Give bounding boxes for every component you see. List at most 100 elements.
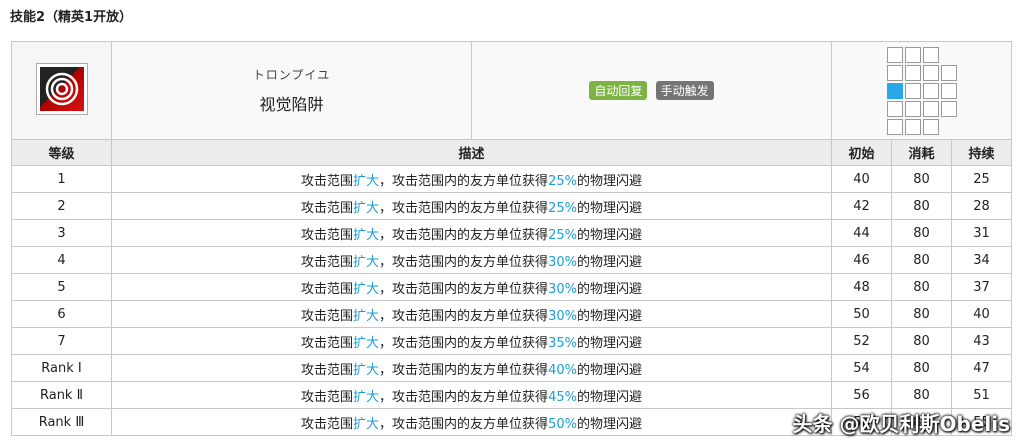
desc-highlight-value: 25% [548,227,577,243]
row-duration: 28 [950,192,1013,220]
row-cost: 80 [891,381,952,409]
desc-middle: ，攻击范围内的友方单位获得 [379,200,549,216]
desc-suffix: 的物理闪避 [576,281,642,297]
desc-suffix: 的物理闪避 [576,335,642,351]
row-duration: 47 [950,354,1013,382]
table-row: Rank Ⅱ 攻击范围扩大，攻击范围内的友方单位获得45%的物理闪避 56 80 51 [11,381,1013,409]
table-row: 4 攻击范围扩大，攻击范围内的友方单位获得30%的物理闪避 46 80 34 [11,246,1013,274]
range-cell [904,118,921,135]
row-cost: 80 [891,192,952,220]
desc-highlight-range: 扩大 [353,200,380,216]
tag-manual-trigger: 手动触发 [655,81,714,100]
row-description: 攻击范围扩大，攻击范围内的友方单位获得40%的物理闪避 [111,354,832,382]
header-cost: 消耗 [891,139,952,166]
range-grid-row [886,46,958,64]
desc-highlight-range: 扩大 [353,416,380,432]
row-cost: 80 [891,300,952,328]
desc-highlight-range: 扩大 [353,389,380,405]
row-description: 攻击范围扩大，攻击范围内的友方单位获得25%的物理闪避 [111,192,832,220]
header-duration: 持续 [950,139,1013,166]
desc-highlight-value: 25% [548,200,577,216]
row-cost: 80 [891,327,952,355]
range-cell [922,64,939,81]
row-level: Rank Ⅱ [11,381,112,409]
range-cell [904,46,921,63]
range-cell [922,82,939,99]
row-initial: 46 [831,246,892,274]
desc-highlight-value: 50% [548,416,577,432]
desc-highlight-range: 扩大 [353,254,380,270]
row-initial: 42 [831,192,892,220]
range-cell [922,118,939,135]
desc-highlight-range: 扩大 [353,308,380,324]
desc-middle: ，攻击范围内的友方单位获得 [379,389,549,405]
desc-suffix: 的物理闪避 [576,389,642,405]
desc-middle: ，攻击范围内的友方单位获得 [379,308,549,324]
range-cell [886,46,903,63]
row-level: 3 [11,219,112,247]
row-cost: 80 [891,165,952,193]
table-row: 2 攻击范围扩大，攻击范围内的友方单位获得25%的物理闪避 42 80 28 [11,192,1013,220]
row-description: 攻击范围扩大，攻击范围内的友方单位获得50%的物理闪避 [111,408,832,436]
skill-name-cn: 视觉陷阱 [259,95,324,114]
desc-highlight-value: 35% [548,335,577,351]
desc-prefix: 攻击范围 [301,335,354,351]
row-description: 攻击范围扩大，攻击范围内的友方单位获得30%的物理闪避 [111,300,832,328]
row-cost: 80 [891,219,952,247]
desc-middle: ，攻击范围内的友方单位获得 [379,281,549,297]
desc-highlight-range: 扩大 [353,227,380,243]
range-cell [904,100,921,117]
row-duration: 40 [950,300,1013,328]
desc-prefix: 攻击范围 [301,254,354,270]
row-level: 2 [11,192,112,220]
row-level: 4 [11,246,112,274]
range-cell [904,64,921,81]
desc-suffix: 的物理闪避 [576,254,642,270]
section-title: 技能2（精英1开放） [10,10,133,25]
header-description: 描述 [111,139,832,166]
desc-suffix: 的物理闪避 [576,200,642,216]
row-description: 攻击范围扩大，攻击范围内的友方单位获得30%的物理闪避 [111,246,832,274]
desc-suffix: 的物理闪避 [576,416,642,432]
desc-middle: ，攻击范围内的友方单位获得 [379,362,549,378]
skill-table: トロンプイユ 视觉陷阱 自动回复 手动触发 等级 描述 初始 消耗 持续 1 攻击… [11,41,1013,436]
table-row: Rank Ⅰ 攻击范围扩大，攻击范围内的友方单位获得40%的物理闪避 54 80 47 [11,354,1013,382]
row-level: Rank Ⅰ [11,354,112,382]
range-cell [940,64,957,81]
desc-middle: ，攻击范围内的友方单位获得 [379,254,549,270]
header-level: 等级 [11,139,112,166]
range-cell [922,46,939,63]
range-self-cell [886,82,903,99]
desc-highlight-value: 25% [548,173,577,189]
watermark: 头条 @欧贝利斯Obelis [792,412,1010,436]
row-description: 攻击范围扩大，攻击范围内的友方单位获得45%的物理闪避 [111,381,832,409]
row-description: 攻击范围扩大，攻击范围内的友方单位获得30%的物理闪避 [111,273,832,301]
desc-prefix: 攻击范围 [301,173,354,189]
table-header-row: 等级 描述 初始 消耗 持续 [11,139,1013,166]
range-cell [940,82,957,99]
row-initial: 56 [831,381,892,409]
range-cell [922,100,939,117]
range-cell [886,100,903,117]
skill-header-row: トロンプイユ 视觉陷阱 自动回复 手动触发 [11,41,1013,140]
desc-prefix: 攻击范围 [301,200,354,216]
table-row: 7 攻击范围扩大，攻击范围内的友方单位获得35%的物理闪避 52 80 43 [11,327,1013,355]
row-initial: 52 [831,327,892,355]
table-row: 3 攻击范围扩大，攻击范围内的友方单位获得25%的物理闪避 44 80 31 [11,219,1013,247]
desc-prefix: 攻击范围 [301,281,354,297]
range-empty-cell [941,47,957,63]
range-grid-row [886,118,958,136]
table-row: 5 攻击范围扩大，攻击范围内的友方单位获得30%的物理闪避 48 80 37 [11,273,1013,301]
desc-prefix: 攻击范围 [301,416,354,432]
range-grid-row [886,82,958,100]
row-duration: 25 [950,165,1013,193]
desc-highlight-value: 30% [548,281,577,297]
desc-highlight-range: 扩大 [353,173,380,189]
row-level: 1 [11,165,112,193]
desc-highlight-range: 扩大 [353,335,380,351]
range-grid-cell [830,41,1013,140]
desc-middle: ，攻击范围内的友方单位获得 [379,416,549,432]
row-description: 攻击范围扩大，攻击范围内的友方单位获得25%的物理闪避 [111,165,832,193]
row-initial: 50 [831,300,892,328]
row-cost: 80 [891,354,952,382]
